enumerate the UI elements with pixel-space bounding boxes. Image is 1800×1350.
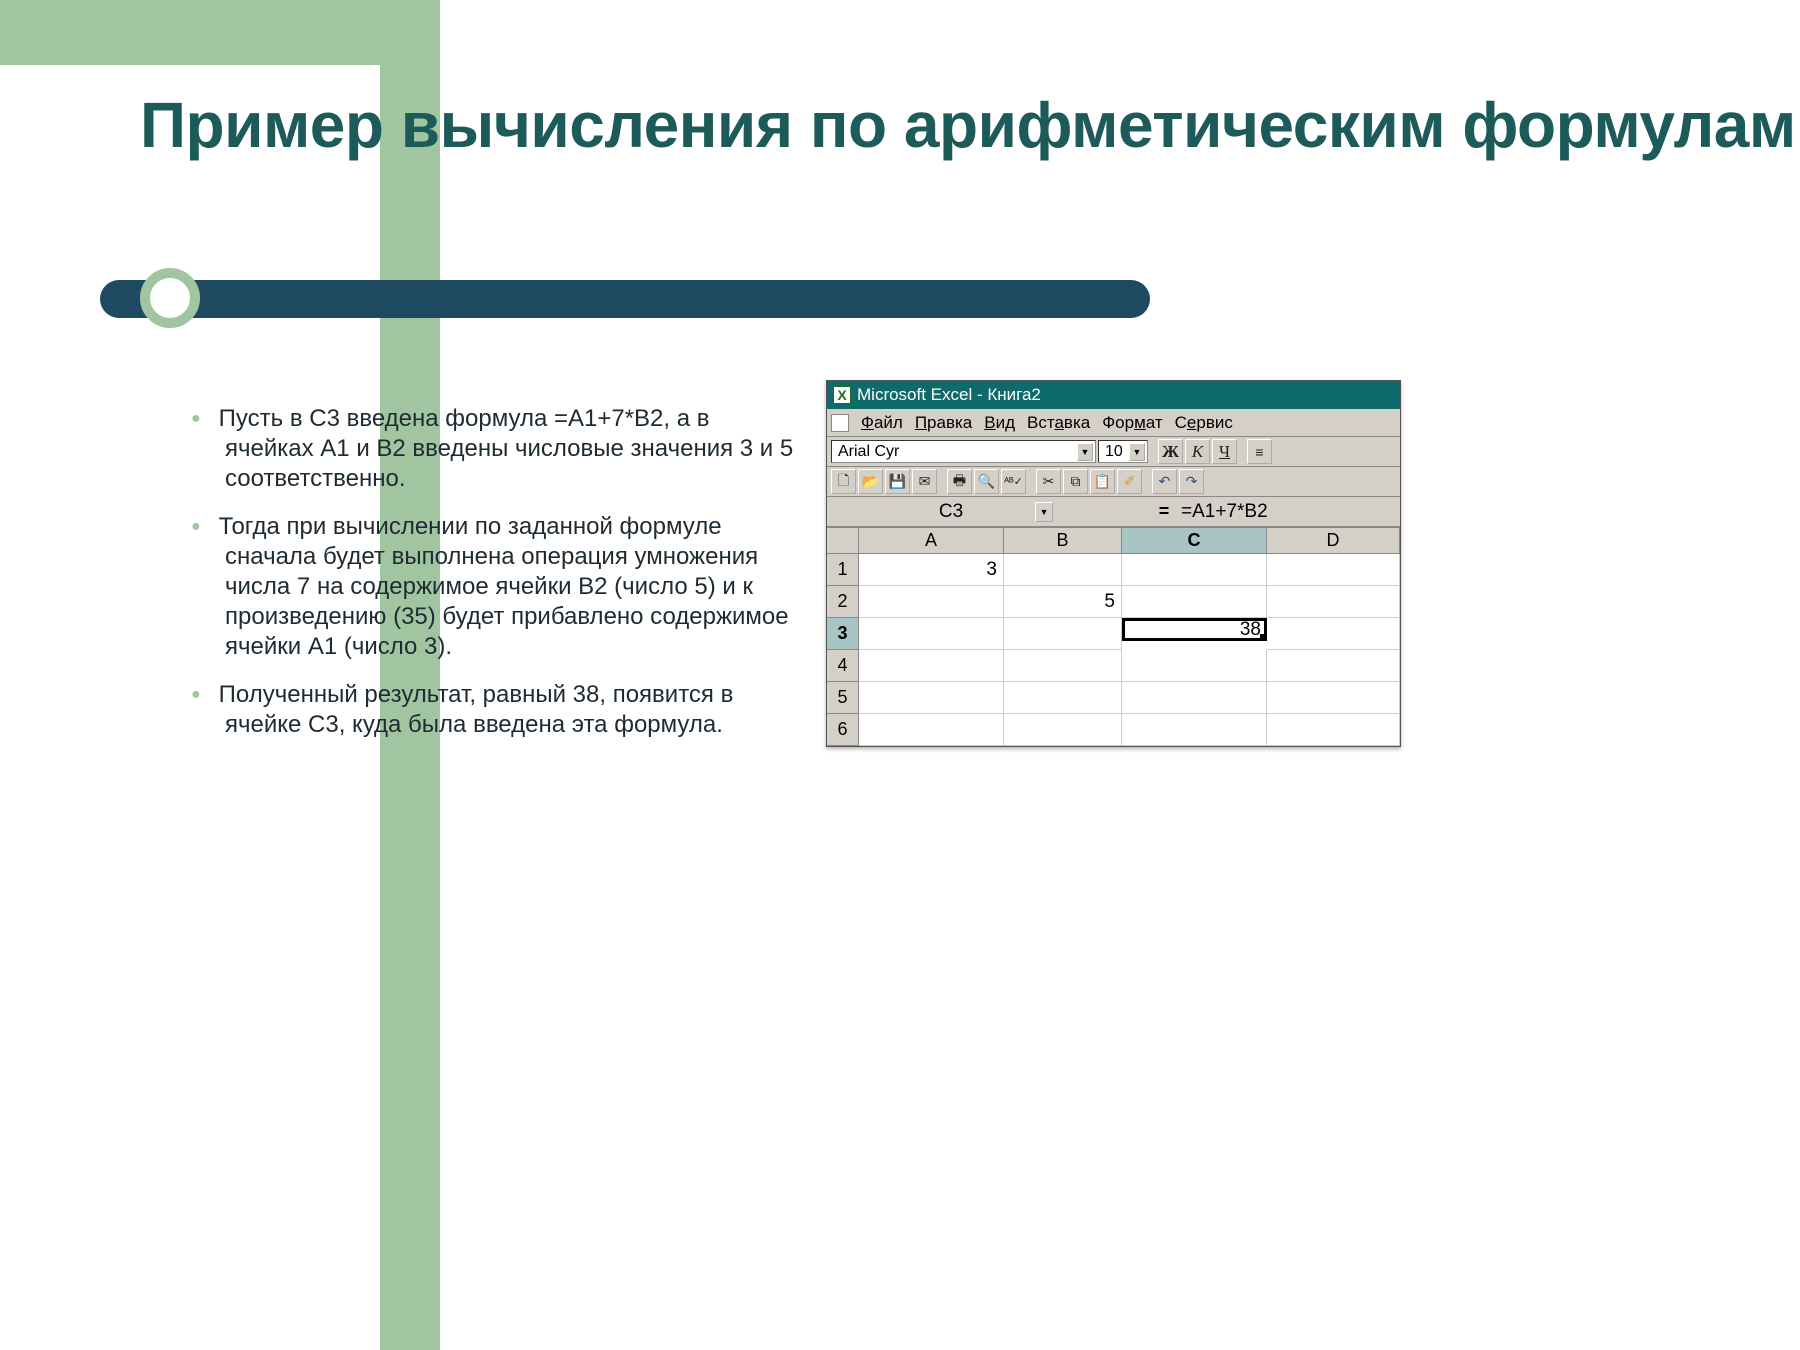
align-button[interactable]: ≡ bbox=[1247, 439, 1272, 464]
new-button[interactable]: 🗋 bbox=[831, 469, 856, 494]
window-title: Microsoft Excel - Книга2 bbox=[857, 385, 1041, 405]
cell-B2[interactable]: 5 bbox=[1004, 586, 1122, 618]
row-header-3[interactable]: 3 bbox=[827, 618, 859, 650]
cell-B6[interactable] bbox=[1004, 714, 1122, 746]
col-header-B[interactable]: B bbox=[1004, 528, 1122, 554]
cell-D2[interactable] bbox=[1267, 586, 1400, 618]
equals-button[interactable]: = bbox=[1153, 501, 1175, 523]
cell-C3[interactable]: 38 bbox=[1122, 618, 1267, 641]
row-header-5[interactable]: 5 bbox=[827, 682, 859, 714]
bullet-item: Полученный результат, равный 38, появитс… bbox=[225, 680, 795, 740]
font-size-select[interactable]: 10 ▼ bbox=[1098, 440, 1148, 463]
row-header-4[interactable]: 4 bbox=[827, 650, 859, 682]
col-header-D[interactable]: D bbox=[1267, 528, 1400, 554]
menu-file[interactable]: Файл bbox=[855, 413, 909, 433]
dropdown-arrow-icon: ▼ bbox=[1035, 502, 1053, 522]
cell-D4[interactable] bbox=[1267, 650, 1400, 682]
font-size: 10 bbox=[1105, 443, 1123, 461]
cut-button[interactable]: ✂ bbox=[1036, 469, 1061, 494]
cell-A5[interactable] bbox=[859, 682, 1004, 714]
slide-title: Пример вычисления по арифметическим форм… bbox=[140, 90, 1796, 160]
name-box[interactable]: C3 ▼ bbox=[871, 500, 1031, 524]
cell-A4[interactable] bbox=[859, 650, 1004, 682]
print-button[interactable]: 🖶 bbox=[947, 469, 972, 494]
titlebar: X Microsoft Excel - Книга2 bbox=[827, 381, 1400, 409]
cell-C4[interactable] bbox=[1122, 650, 1267, 682]
standard-toolbar: 🗋 📂 💾 ✉ 🖶 🔍 ᴬᴮ✓ ✂ ⧉ 📋 ✐ ↶ ↷ bbox=[827, 467, 1400, 497]
format-toolbar: Arial Cyr ▼ 10 ▼ Ж К Ч ≡ bbox=[827, 437, 1400, 467]
menu-edit[interactable]: Правка bbox=[909, 413, 978, 433]
font-select[interactable]: Arial Cyr ▼ bbox=[831, 440, 1096, 463]
menubar: Файл Правка Вид Вставка Формат Сервис bbox=[827, 409, 1400, 437]
menu-format[interactable]: Формат bbox=[1096, 413, 1168, 433]
formula-bar: C3 ▼ = =A1+7*B2 bbox=[827, 497, 1400, 527]
divider-ring-icon bbox=[140, 268, 200, 328]
format-painter-button[interactable]: ✐ bbox=[1117, 469, 1142, 494]
cell-D3[interactable] bbox=[1267, 618, 1400, 650]
title-divider bbox=[100, 280, 1150, 318]
copy-button[interactable]: ⧉ bbox=[1063, 469, 1088, 494]
save-button[interactable]: 💾 bbox=[885, 469, 910, 494]
cell-B4[interactable] bbox=[1004, 650, 1122, 682]
select-all-corner[interactable] bbox=[827, 528, 859, 554]
menu-insert[interactable]: Вставка bbox=[1021, 413, 1096, 433]
formula-input[interactable]: =A1+7*B2 bbox=[1181, 501, 1268, 523]
italic-button[interactable]: К bbox=[1185, 439, 1210, 464]
cell-A3[interactable] bbox=[859, 618, 1004, 650]
bold-button[interactable]: Ж bbox=[1158, 439, 1183, 464]
row-header-1[interactable]: 1 bbox=[827, 554, 859, 586]
cell-A2[interactable] bbox=[859, 586, 1004, 618]
cell-A1[interactable]: 3 bbox=[859, 554, 1004, 586]
document-icon bbox=[831, 414, 849, 432]
menu-view[interactable]: Вид bbox=[978, 413, 1021, 433]
cell-C1[interactable] bbox=[1122, 554, 1267, 586]
cell-B3[interactable] bbox=[1004, 618, 1122, 650]
dropdown-arrow-icon: ▼ bbox=[1129, 443, 1145, 461]
cell-B5[interactable] bbox=[1004, 682, 1122, 714]
underline-button[interactable]: Ч bbox=[1212, 439, 1237, 464]
preview-button[interactable]: 🔍 bbox=[974, 469, 999, 494]
open-button[interactable]: 📂 bbox=[858, 469, 883, 494]
cell-C2[interactable] bbox=[1122, 586, 1267, 618]
cell-C5[interactable] bbox=[1122, 682, 1267, 714]
font-name: Arial Cyr bbox=[838, 443, 899, 461]
cell-B1[interactable] bbox=[1004, 554, 1122, 586]
col-header-C[interactable]: C bbox=[1122, 528, 1267, 554]
bullet-item: Пусть в С3 введена формула =А1+7*В2, а в… bbox=[225, 404, 795, 494]
excel-window: X Microsoft Excel - Книга2 Файл Правка В… bbox=[826, 380, 1401, 747]
bullet-list: Пусть в С3 введена формула =А1+7*В2, а в… bbox=[175, 380, 795, 764]
mail-button[interactable]: ✉ bbox=[912, 469, 937, 494]
col-header-A[interactable]: A bbox=[859, 528, 1004, 554]
redo-button[interactable]: ↷ bbox=[1179, 469, 1204, 494]
bullet-item: Тогда при вычислении по заданной формуле… bbox=[225, 512, 795, 662]
row-header-6[interactable]: 6 bbox=[827, 714, 859, 746]
paste-button[interactable]: 📋 bbox=[1090, 469, 1115, 494]
cell-D1[interactable] bbox=[1267, 554, 1400, 586]
cell-C6[interactable] bbox=[1122, 714, 1267, 746]
cell-A6[interactable] bbox=[859, 714, 1004, 746]
excel-logo-icon: X bbox=[833, 386, 851, 404]
cell-D5[interactable] bbox=[1267, 682, 1400, 714]
cell-D6[interactable] bbox=[1267, 714, 1400, 746]
dropdown-arrow-icon: ▼ bbox=[1077, 443, 1093, 461]
undo-button[interactable]: ↶ bbox=[1152, 469, 1177, 494]
row-header-2[interactable]: 2 bbox=[827, 586, 859, 618]
spell-button[interactable]: ᴬᴮ✓ bbox=[1001, 469, 1026, 494]
menu-service[interactable]: Сервис bbox=[1169, 413, 1239, 433]
spreadsheet-grid: A B C D 1 3 2 5 3 bbox=[827, 527, 1400, 746]
